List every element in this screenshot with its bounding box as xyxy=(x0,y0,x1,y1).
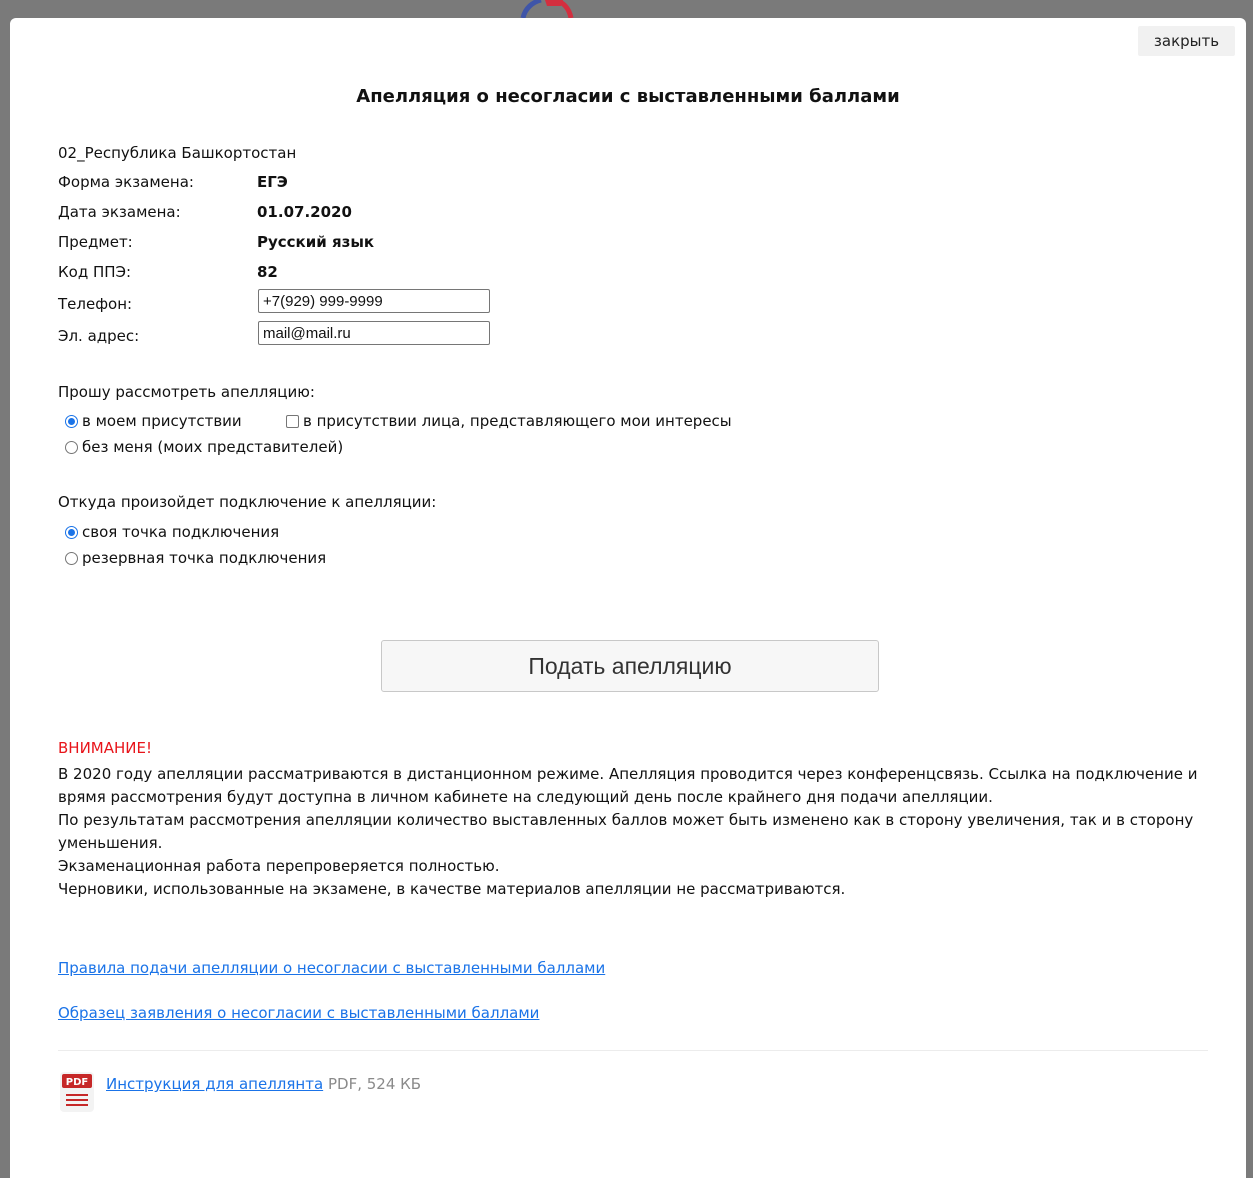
instruction-pdf-link[interactable]: Инструкция для апеллянта xyxy=(106,1075,323,1093)
notice-paragraph: Экзаменационная работа перепроверяется п… xyxy=(58,857,500,875)
notice-paragraph: Черновики, использованные на экзамене, в… xyxy=(58,880,846,898)
appeal-modal: закрыть Апелляция о несогласии с выставл… xyxy=(10,18,1246,1178)
region-text: 02_Республика Башкортостан xyxy=(58,144,297,162)
presence-question: Прошу рассмотреть апелляцию: xyxy=(58,383,315,401)
subject-label: Предмет: xyxy=(58,233,133,251)
exam-form-label: Форма экзамена: xyxy=(58,173,194,191)
connection-question: Откуда произойдет подключение к апелляци… xyxy=(58,493,437,511)
modal-title: Апелляция о несогласии с выставленными б… xyxy=(356,86,900,107)
close-button[interactable]: закрыть xyxy=(1138,26,1235,56)
presence-option-representative-label: в присутствии лица, представляющего мои … xyxy=(303,412,732,430)
phone-input[interactable] xyxy=(258,289,490,313)
presence-option-in-person[interactable]: в моем присутствии xyxy=(65,412,242,430)
site-logo-partial xyxy=(520,0,574,18)
presence-option-without-me-label: без меня (моих представителей) xyxy=(82,438,344,456)
exam-form-value: ЕГЭ xyxy=(257,173,288,191)
subject-value: Русский язык xyxy=(257,233,375,251)
rules-link[interactable]: Правила подачи апелляции о несогласии с … xyxy=(58,959,605,977)
pdf-icon-text: PDF xyxy=(66,1077,88,1088)
divider xyxy=(58,1050,1208,1051)
notice-paragraph: По результатам рассмотрения апелляции ко… xyxy=(58,811,1194,852)
connection-option-own-label: своя точка подключения xyxy=(82,523,280,541)
radio-unselected-icon[interactable] xyxy=(65,440,78,454)
email-label: Эл. адрес: xyxy=(58,327,140,345)
pdf-file-icon: PDF xyxy=(60,1072,94,1112)
connection-option-own[interactable]: своя точка подключения xyxy=(65,523,279,541)
radio-selected-icon[interactable] xyxy=(65,414,78,428)
pdf-file-meta: PDF, 524 КБ xyxy=(328,1075,422,1093)
presence-option-representative[interactable]: в присутствии лица, представляющего мои … xyxy=(286,412,732,430)
connection-option-backup-label: резервная точка подключения xyxy=(82,549,327,567)
checkbox-unchecked-icon[interactable] xyxy=(286,414,299,428)
radio-selected-icon[interactable] xyxy=(65,525,78,539)
presence-option-in-person-label: в моем присутствии xyxy=(82,412,242,430)
ppe-code-label: Код ППЭ: xyxy=(58,263,132,281)
notice-text: В 2020 году апелляции рассматриваются в … xyxy=(58,763,1208,901)
submit-appeal-button[interactable]: Подать апелляцию xyxy=(381,640,879,692)
radio-unselected-icon[interactable] xyxy=(65,551,78,565)
email-input[interactable] xyxy=(258,321,490,345)
presence-option-without-me[interactable]: без меня (моих представителей) xyxy=(65,438,343,456)
phone-label: Телефон: xyxy=(58,295,133,313)
exam-date-value: 01.07.2020 xyxy=(257,203,352,221)
notice-paragraph: В 2020 году апелляции рассматриваются в … xyxy=(58,765,1198,806)
exam-date-label: Дата экзамена: xyxy=(58,203,181,221)
sample-link[interactable]: Образец заявления о несогласии с выставл… xyxy=(58,1004,539,1022)
connection-option-backup[interactable]: резервная точка подключения xyxy=(65,549,326,567)
warning-title: ВНИМАНИЕ! xyxy=(58,739,152,757)
ppe-code-value: 82 xyxy=(257,263,278,281)
